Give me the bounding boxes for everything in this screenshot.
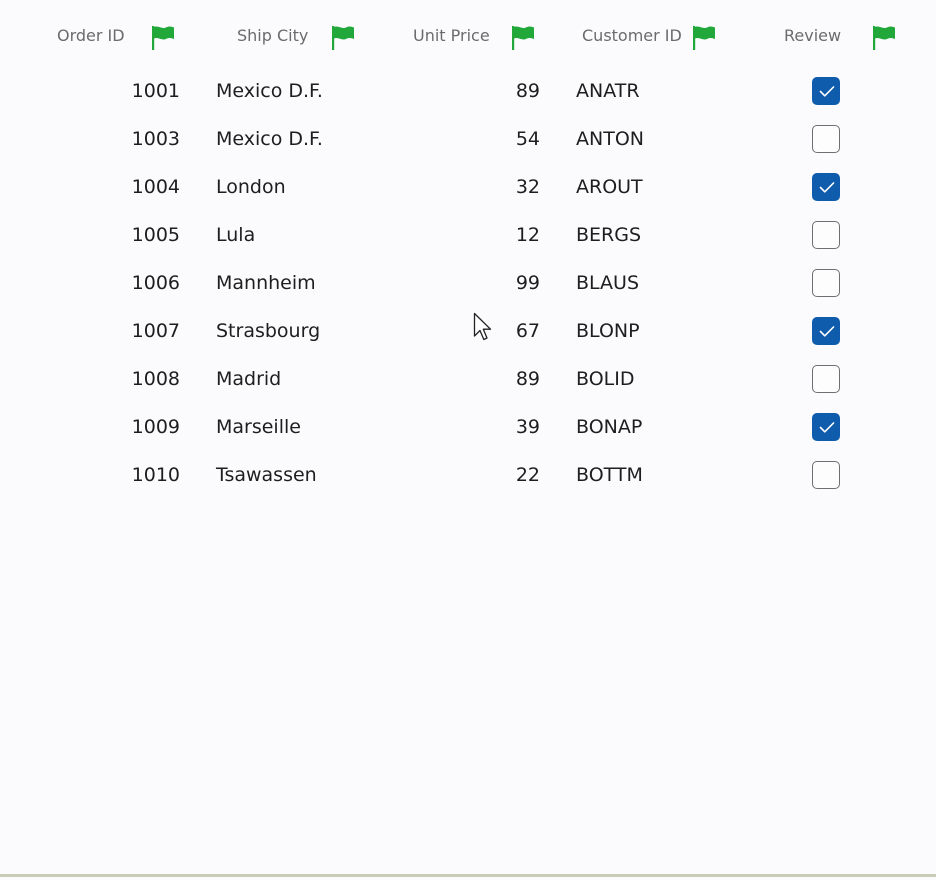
flag-icon[interactable] <box>871 24 897 52</box>
header-label-review: Review <box>784 26 842 45</box>
review-checkbox[interactable] <box>812 77 840 105</box>
order-id-cell: 1009 <box>131 416 180 438</box>
data-grid: Order ID Ship City Unit Price Customer I… <box>0 0 936 877</box>
customer-id-cell: BONAP <box>576 416 643 438</box>
customer-id-cell: ANATR <box>576 80 640 102</box>
header-label-order-id: Order ID <box>57 26 125 45</box>
order-id-cell: 1001 <box>131 80 180 102</box>
ship-city-cell: Lula <box>216 224 256 246</box>
table-row[interactable]: 1008 Madrid 89 BOLID <box>0 356 936 404</box>
flag-icon[interactable] <box>330 24 356 52</box>
order-id-cell: 1008 <box>131 368 180 390</box>
customer-id-cell: BLONP <box>576 320 640 342</box>
customer-id-cell: ANTON <box>576 128 644 150</box>
customer-id-cell: BERGS <box>576 224 642 246</box>
customer-id-cell: BLAUS <box>576 272 640 294</box>
flag-icon[interactable] <box>150 24 176 52</box>
mouse-cursor-icon <box>473 312 493 346</box>
flag-icon[interactable] <box>691 24 717 52</box>
order-id-cell: 1006 <box>131 272 180 294</box>
unit-price-cell: 22 <box>515 464 540 486</box>
review-checkbox[interactable] <box>812 317 840 345</box>
table-row[interactable]: 1006 Mannheim 99 BLAUS <box>0 260 936 308</box>
table-row[interactable]: 1009 Marseille 39 BONAP <box>0 404 936 452</box>
unit-price-cell: 99 <box>515 272 540 294</box>
ship-city-cell: Marseille <box>216 416 301 438</box>
header-label-customer-id: Customer ID <box>582 26 682 45</box>
customer-id-cell: AROUT <box>576 176 643 198</box>
unit-price-cell: 32 <box>515 176 540 198</box>
grid-bottom-border <box>0 874 936 877</box>
unit-price-cell: 67 <box>515 320 540 342</box>
ship-city-cell: London <box>216 176 286 198</box>
unit-price-cell: 12 <box>515 224 540 246</box>
checkmark-icon <box>819 422 835 433</box>
ship-city-cell: Mannheim <box>216 272 316 294</box>
customer-id-cell: BOTTM <box>576 464 643 486</box>
unit-price-cell: 89 <box>515 80 540 102</box>
table-row[interactable]: 1010 Tsawassen 22 BOTTM <box>0 452 936 500</box>
ship-city-cell: Strasbourg <box>216 320 321 342</box>
checkmark-icon <box>819 86 835 97</box>
customer-id-cell: BOLID <box>576 368 635 390</box>
table-row[interactable]: 1005 Lula 12 BERGS <box>0 212 936 260</box>
ship-city-cell: Mexico D.F. <box>216 80 323 102</box>
table-row[interactable]: 1003 Mexico D.F. 54 ANTON <box>0 116 936 164</box>
order-id-cell: 1010 <box>131 464 180 486</box>
order-id-cell: 1004 <box>131 176 180 198</box>
grid-body: 1001 Mexico D.F. 89 ANATR 1003 Mexico D.F. 54 A… <box>0 68 936 500</box>
review-checkbox[interactable] <box>812 221 840 249</box>
review-checkbox[interactable] <box>812 269 840 297</box>
order-id-cell: 1007 <box>131 320 180 342</box>
checkmark-icon <box>819 182 835 193</box>
unit-price-cell: 89 <box>515 368 540 390</box>
header-label-unit-price: Unit Price <box>413 26 490 45</box>
unit-price-cell: 39 <box>515 416 540 438</box>
ship-city-cell: Madrid <box>216 368 282 390</box>
review-checkbox[interactable] <box>812 413 840 441</box>
review-checkbox[interactable] <box>812 125 840 153</box>
review-checkbox[interactable] <box>812 461 840 489</box>
table-row[interactable]: 1004 London 32 AROUT <box>0 164 936 212</box>
ship-city-cell: Tsawassen <box>216 464 317 486</box>
ship-city-cell: Mexico D.F. <box>216 128 323 150</box>
order-id-cell: 1003 <box>131 128 180 150</box>
header-label-ship-city: Ship City <box>237 26 309 45</box>
table-row[interactable]: 1007 Strasbourg 67 BLONP <box>0 308 936 356</box>
table-row[interactable]: 1001 Mexico D.F. 89 ANATR <box>0 68 936 116</box>
review-checkbox[interactable] <box>812 365 840 393</box>
unit-price-cell: 54 <box>515 128 540 150</box>
flag-icon[interactable] <box>510 24 536 52</box>
checkmark-icon <box>819 326 835 337</box>
grid-header-row: Order ID Ship City Unit Price Customer I… <box>0 14 936 60</box>
order-id-cell: 1005 <box>131 224 180 246</box>
review-checkbox[interactable] <box>812 173 840 201</box>
